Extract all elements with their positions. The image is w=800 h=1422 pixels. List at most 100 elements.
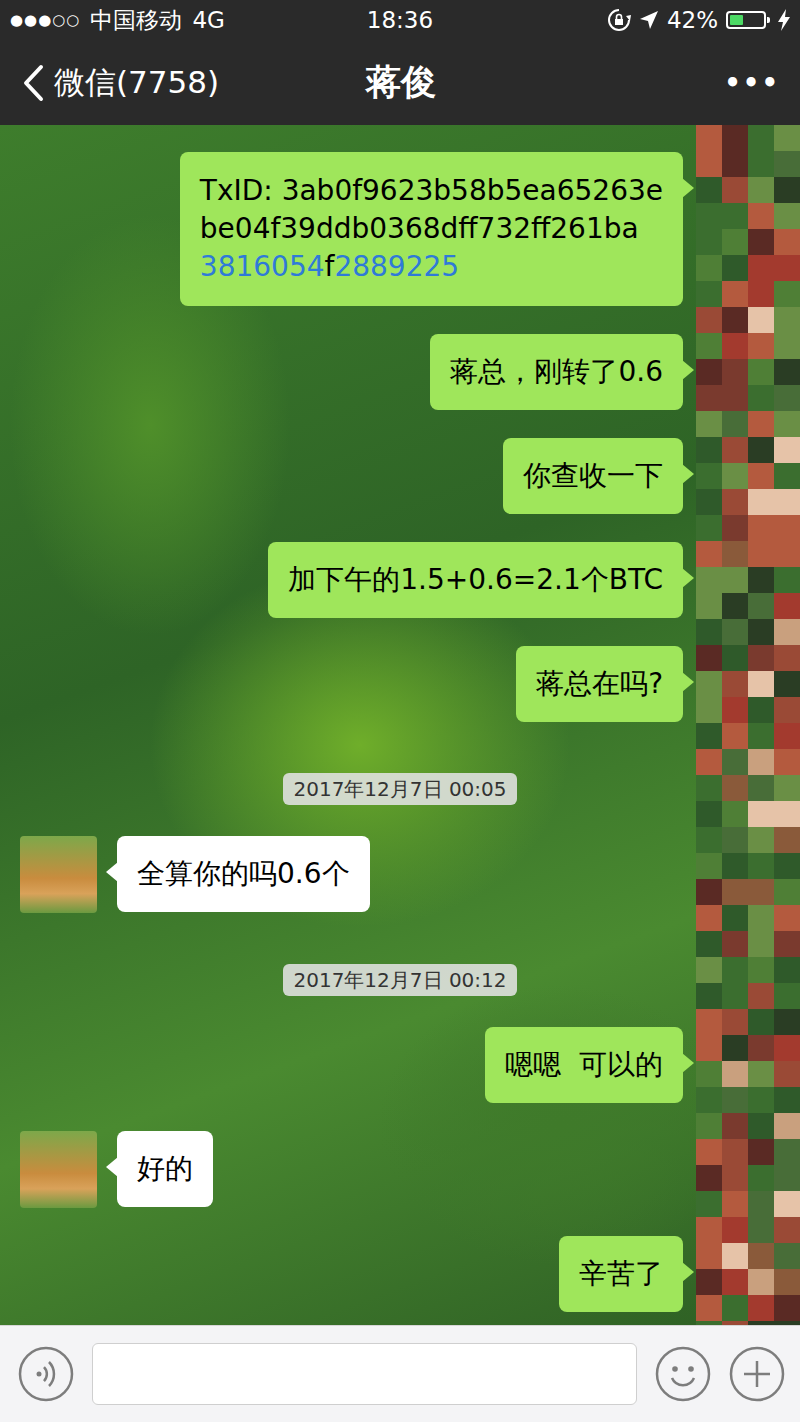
header: ●●●○○中国移动4G18:3642%微信(7758)蒋俊••• <box>0 0 800 125</box>
mosaic-cell <box>696 541 722 567</box>
mosaic-cell <box>774 463 800 489</box>
mosaic-cell <box>722 853 748 879</box>
location-icon <box>639 10 659 30</box>
mosaic-cell <box>722 281 748 307</box>
mosaic-cell <box>748 723 774 749</box>
charging-bolt-icon <box>778 9 790 31</box>
mosaic-cell <box>722 515 748 541</box>
chat-area: TxID: 3ab0f9623b58b5ea65263e be04f39ddb03… <box>0 125 800 1325</box>
signal-strength: ●●●○○ <box>10 11 80 29</box>
mosaic-cell <box>722 1191 748 1217</box>
message-row: 好的 <box>20 1131 683 1208</box>
mosaic-cell <box>722 125 748 151</box>
mosaic-cell <box>722 1217 748 1243</box>
mosaic-cell <box>748 1165 774 1191</box>
mosaic-cell <box>748 255 774 281</box>
mosaic-cell <box>696 593 722 619</box>
mosaic-cell <box>774 853 800 879</box>
voice-icon[interactable] <box>18 1346 74 1402</box>
message-bubble[interactable]: 加下午的1.5+0.6=2.1个BTC <box>268 542 683 618</box>
mosaic-cell <box>696 567 722 593</box>
mosaic-cell <box>696 229 722 255</box>
mosaic-cell <box>696 1295 722 1321</box>
emoji-icon[interactable] <box>655 1346 711 1402</box>
mosaic-cell <box>748 1139 774 1165</box>
mosaic-cell <box>748 437 774 463</box>
message-bubble[interactable]: 全算你的吗0.6个 <box>117 836 370 912</box>
mosaic-cell <box>722 463 748 489</box>
mosaic-cell <box>774 645 800 671</box>
back-button[interactable]: 微信(7758) <box>22 62 366 104</box>
mosaic-cell <box>722 359 748 385</box>
mosaic-cell <box>774 1243 800 1269</box>
mosaic-cell <box>774 827 800 853</box>
censor-mosaic <box>696 125 800 1325</box>
mosaic-cell <box>696 853 722 879</box>
mosaic-cell <box>748 671 774 697</box>
message-row: 蒋总，刚转了0.6 <box>20 334 683 410</box>
mosaic-cell <box>748 1269 774 1295</box>
mosaic-cell <box>696 281 722 307</box>
contact-avatar[interactable] <box>20 836 97 913</box>
message-line: be04f39ddb0368dff732ff261ba <box>200 210 663 248</box>
more-button[interactable]: ••• <box>724 68 780 98</box>
mosaic-cell <box>774 619 800 645</box>
mosaic-cell <box>722 333 748 359</box>
mosaic-cell <box>722 749 748 775</box>
mosaic-cell <box>696 1269 722 1295</box>
mosaic-cell <box>696 1165 722 1191</box>
mosaic-cell <box>748 1113 774 1139</box>
mosaic-cell <box>748 125 774 151</box>
back-chevron-icon[interactable] <box>22 63 44 103</box>
message-bubble[interactable]: 嗯嗯 可以的 <box>485 1027 683 1103</box>
mosaic-cell <box>722 827 748 853</box>
message-input[interactable] <box>92 1343 637 1405</box>
mosaic-cell <box>696 333 722 359</box>
mosaic-cell <box>696 1243 722 1269</box>
mosaic-cell <box>696 1035 722 1061</box>
mosaic-cell <box>748 593 774 619</box>
mosaic-cell <box>774 255 800 281</box>
message-bubble[interactable]: 辛苦了 <box>559 1236 683 1312</box>
mosaic-cell <box>774 879 800 905</box>
mosaic-cell <box>722 1139 748 1165</box>
battery-icon <box>726 11 766 29</box>
mosaic-cell <box>722 151 748 177</box>
mosaic-cell <box>774 1217 800 1243</box>
mosaic-cell <box>748 177 774 203</box>
mosaic-cell <box>696 359 722 385</box>
timestamp: 2017年12月7日 00:12 <box>283 964 516 996</box>
mosaic-cell <box>696 697 722 723</box>
mosaic-cell <box>722 931 748 957</box>
message-bubble[interactable]: TxID: 3ab0f9623b58b5ea65263e be04f39ddb03… <box>180 152 683 306</box>
mosaic-cell <box>774 359 800 385</box>
message-text: TxID: 3ab0f9623b58b5ea65263e <box>200 174 663 207</box>
mosaic-cell <box>696 1009 722 1035</box>
mosaic-cell <box>722 697 748 723</box>
link-text[interactable]: 3816054 <box>200 250 325 283</box>
link-text[interactable]: 2889225 <box>334 250 459 283</box>
mosaic-cell <box>696 1321 722 1325</box>
message-bubble[interactable]: 好的 <box>117 1131 213 1207</box>
mosaic-cell <box>774 1139 800 1165</box>
mosaic-cell <box>722 671 748 697</box>
mosaic-cell <box>774 411 800 437</box>
mosaic-cell <box>748 229 774 255</box>
message-text: be04f39ddb0368dff732ff261ba <box>200 212 639 245</box>
mosaic-cell <box>774 1191 800 1217</box>
mosaic-cell <box>722 567 748 593</box>
mosaic-cell <box>748 645 774 671</box>
mosaic-cell <box>748 1321 774 1325</box>
mosaic-cell <box>748 697 774 723</box>
mosaic-cell <box>774 125 800 151</box>
mosaic-cell <box>722 541 748 567</box>
plus-icon[interactable] <box>729 1346 785 1402</box>
message-bubble[interactable]: 蒋总，刚转了0.6 <box>430 334 683 410</box>
mosaic-cell <box>774 1321 800 1325</box>
back-label[interactable]: 微信(7758) <box>54 62 219 104</box>
mosaic-cell <box>722 1165 748 1191</box>
network-type: 4G <box>192 7 224 33</box>
contact-avatar[interactable] <box>20 1131 97 1208</box>
message-bubble[interactable]: 蒋总在吗? <box>516 646 683 722</box>
message-bubble[interactable]: 你查收一下 <box>503 438 683 514</box>
